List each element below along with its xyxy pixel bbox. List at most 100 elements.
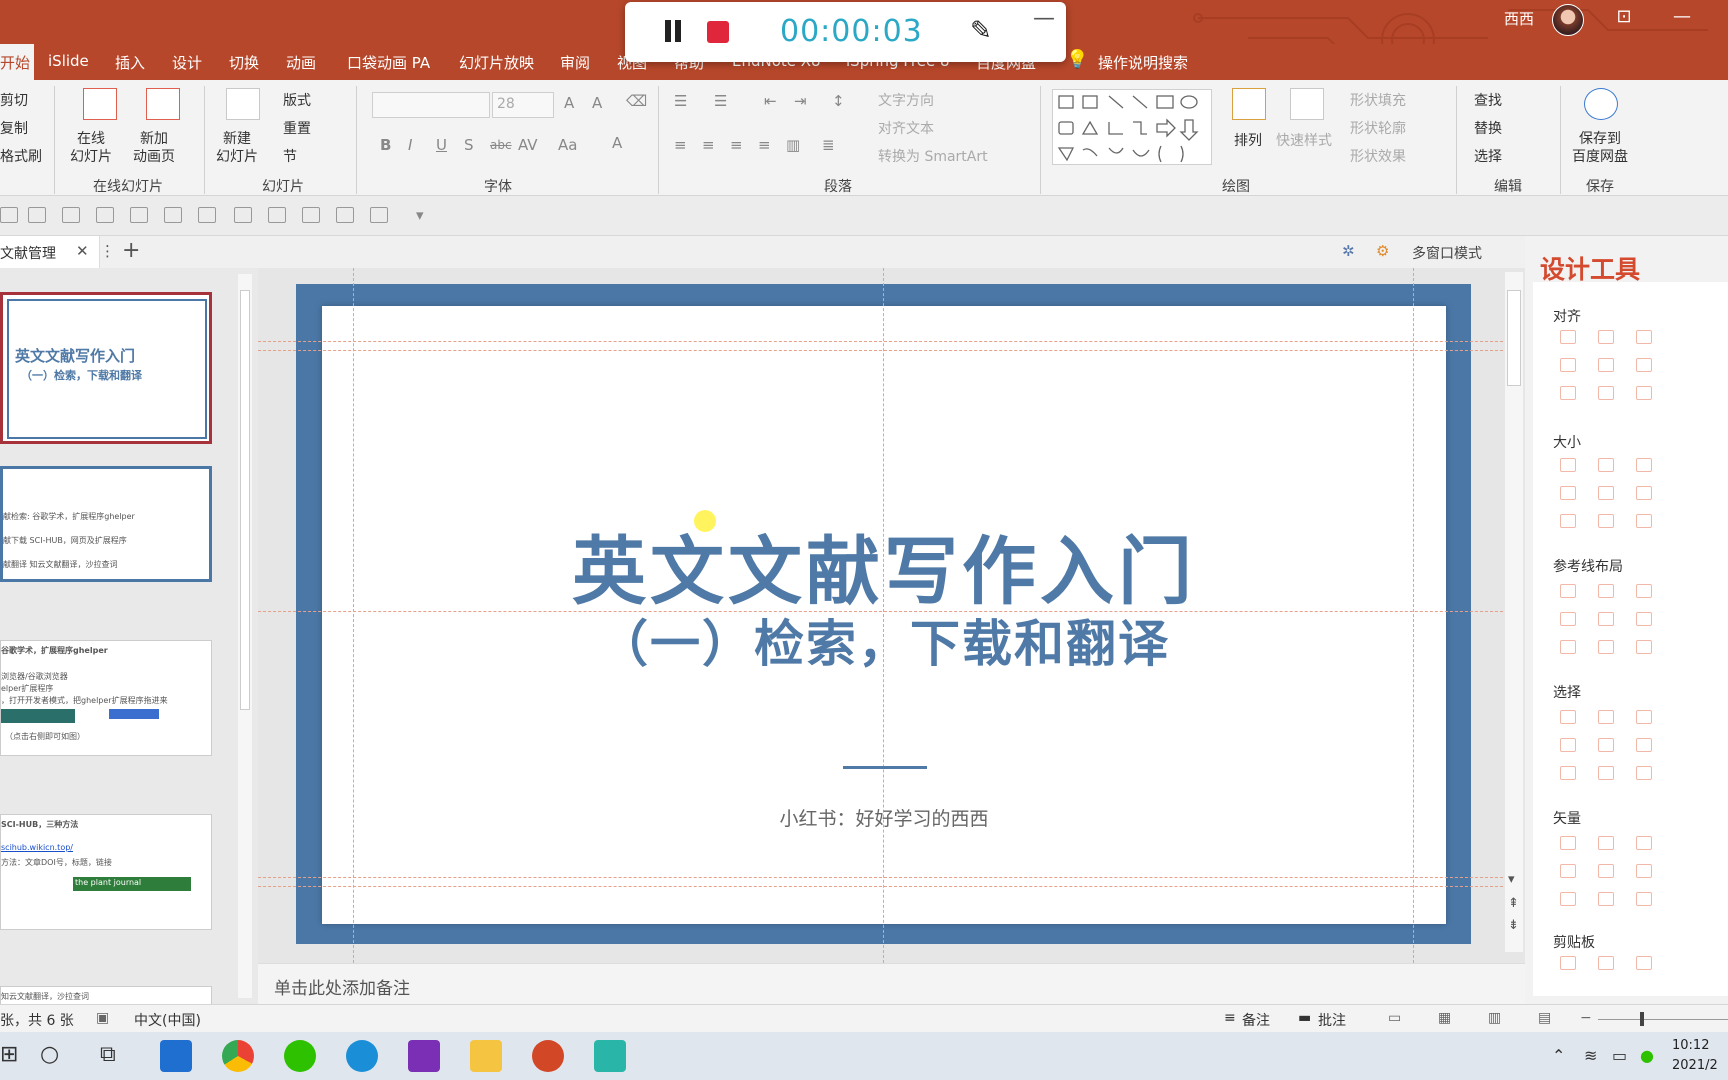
layout-button[interactable]: 版式	[283, 90, 311, 110]
toolbar-icon[interactable]	[302, 207, 320, 223]
shape-fill-button[interactable]: 形状填充	[1350, 90, 1406, 110]
align-left-icon[interactable]: ≡	[674, 136, 687, 154]
clear-format-icon[interactable]: ⌫	[626, 92, 647, 110]
slide-title[interactable]: 英文文献写作入门	[322, 512, 1446, 619]
design-tool-icon[interactable]	[1636, 892, 1652, 906]
design-tool-icon[interactable]	[1560, 486, 1576, 500]
slideshow-icon[interactable]: ▤	[1538, 1010, 1551, 1026]
design-tool-icon[interactable]	[1636, 766, 1652, 780]
prev-slide-icon[interactable]: ⇞	[1508, 896, 1519, 911]
design-tool-icon[interactable]	[1560, 612, 1576, 626]
slide-thumbnail-3[interactable]: 谷歌学术，扩展程序ghelper 浏览器/谷歌浏览器 elper扩展程序 ，打开…	[0, 640, 212, 756]
design-tool-icon[interactable]	[1598, 486, 1614, 500]
edge-icon[interactable]	[346, 1040, 378, 1072]
design-tool-icon[interactable]	[1560, 386, 1576, 400]
pause-icon[interactable]	[663, 20, 683, 44]
design-tool-icon[interactable]	[1560, 738, 1576, 752]
undo-icon[interactable]	[0, 207, 18, 223]
design-tool-icon[interactable]	[1598, 956, 1614, 970]
close-icon[interactable]: ✕	[76, 242, 89, 260]
align-center-icon[interactable]: ≡	[702, 136, 715, 154]
toolbar-icon[interactable]	[28, 207, 46, 223]
text-direction-button[interactable]: 文字方向	[878, 90, 934, 110]
reset-button[interactable]: 重置	[283, 118, 311, 138]
canvas-scrollbar-thumb[interactable]	[1507, 290, 1521, 386]
tab-slideshow[interactable]: 幻灯片放映	[459, 52, 534, 73]
convert-smartart-button[interactable]: 转换为 SmartArt	[878, 146, 988, 166]
design-tool-icon[interactable]	[1560, 836, 1576, 850]
design-tool-icon[interactable]	[1598, 330, 1614, 344]
notes-pane[interactable]: 单击此处添加备注	[258, 963, 1525, 1004]
font-name-combo[interactable]	[372, 92, 490, 118]
tab-islide[interactable]: iSlide	[48, 52, 89, 70]
design-tool-icon[interactable]	[1636, 486, 1652, 500]
multi-window-button[interactable]: 多窗口模式	[1412, 243, 1482, 263]
task-view-icon[interactable]: ⧉	[100, 1042, 116, 1067]
select-button[interactable]: 选择	[1474, 146, 1502, 166]
shapes-gallery[interactable]	[1052, 89, 1212, 165]
find-button[interactable]: 查找	[1474, 90, 1502, 110]
slide-thumbnail-5[interactable]: 知云文献翻译，沙拉查词	[0, 986, 212, 1004]
spellcheck-icon[interactable]: ▣	[96, 1010, 109, 1026]
toolbar-icon[interactable]	[130, 207, 148, 223]
user-name[interactable]: 西西	[1504, 8, 1534, 29]
app-store-icon[interactable]	[160, 1040, 192, 1072]
design-tool-icon[interactable]	[1636, 836, 1652, 850]
toolbar-icon[interactable]	[164, 207, 182, 223]
toolbar-icon[interactable]	[336, 207, 354, 223]
design-tool-icon[interactable]	[1598, 612, 1614, 626]
tab-review[interactable]: 审阅	[560, 52, 590, 73]
font-size-combo[interactable]: 28	[492, 92, 554, 118]
ribbon-display-icon[interactable]: ⊡	[1604, 6, 1644, 27]
line-spacing-icon[interactable]: ↕	[832, 92, 845, 110]
font-color-icon[interactable]: A	[612, 134, 622, 152]
guide-line[interactable]	[258, 350, 1508, 351]
tab-animations[interactable]: 动画	[286, 52, 316, 73]
slide-sorter-icon[interactable]: ▦	[1438, 1010, 1451, 1026]
design-tool-icon[interactable]	[1560, 710, 1576, 724]
design-tool-icon[interactable]	[1636, 640, 1652, 654]
stop-icon[interactable]	[707, 21, 729, 43]
cut-button[interactable]: 剪切	[0, 90, 28, 110]
slide-author[interactable]: 小红书：好好学习的西西	[322, 804, 1446, 831]
tell-me-search[interactable]: 操作说明搜索	[1098, 52, 1188, 73]
arrange-button[interactable]: 排列	[1234, 130, 1262, 150]
design-tool-icon[interactable]	[1598, 386, 1614, 400]
recorder-minimize-icon[interactable]: —	[1033, 6, 1055, 31]
normal-view-icon[interactable]: ▭	[1388, 1010, 1401, 1026]
decrease-indent-icon[interactable]: ⇤	[764, 92, 777, 110]
strikethrough-icon[interactable]: abc	[490, 138, 512, 152]
design-tool-icon[interactable]	[1636, 612, 1652, 626]
notes-toggle-icon[interactable]: ≡	[1224, 1010, 1236, 1026]
increase-indent-icon[interactable]: ⇥	[794, 92, 807, 110]
section-button[interactable]: 节	[283, 146, 297, 166]
change-case-icon[interactable]: Aa	[558, 136, 577, 154]
design-tool-icon[interactable]	[1560, 640, 1576, 654]
slides-scrollbar-thumb[interactable]	[240, 290, 250, 710]
design-tool-icon[interactable]	[1598, 710, 1614, 724]
design-tool-icon[interactable]	[1598, 836, 1614, 850]
search-icon[interactable]: ○	[40, 1042, 59, 1067]
settings-icon[interactable]: ⚙	[1376, 242, 1389, 260]
notes-button[interactable]: 备注	[1242, 1010, 1270, 1030]
columns-icon[interactable]: ▥	[786, 136, 800, 154]
design-tool-icon[interactable]	[1598, 584, 1614, 598]
toolbar-icon[interactable]	[370, 207, 388, 223]
tab-pocket-animation[interactable]: 口袋动画 PA	[347, 52, 430, 73]
tray-app-icon[interactable]: ●	[1640, 1046, 1654, 1065]
slide-subtitle[interactable]: （一）检索，下载和翻译	[322, 604, 1446, 676]
design-tool-icon[interactable]	[1636, 386, 1652, 400]
design-tool-icon[interactable]	[1560, 864, 1576, 878]
reading-view-icon[interactable]: ▥	[1488, 1010, 1501, 1026]
justify-icon[interactable]: ≡	[758, 136, 771, 154]
design-tool-icon[interactable]	[1598, 458, 1614, 472]
design-tool-icon[interactable]	[1598, 640, 1614, 654]
guide-line[interactable]	[258, 877, 1508, 878]
more-icon[interactable]: ⋮	[100, 242, 115, 260]
tab-insert[interactable]: 插入	[115, 52, 145, 73]
replace-button[interactable]: 替换	[1474, 118, 1502, 138]
design-tool-icon[interactable]	[1598, 514, 1614, 528]
toolbar-icon[interactable]	[62, 207, 80, 223]
file-explorer-icon[interactable]	[470, 1040, 502, 1072]
language-indicator[interactable]: 中文(中国)	[134, 1010, 201, 1030]
